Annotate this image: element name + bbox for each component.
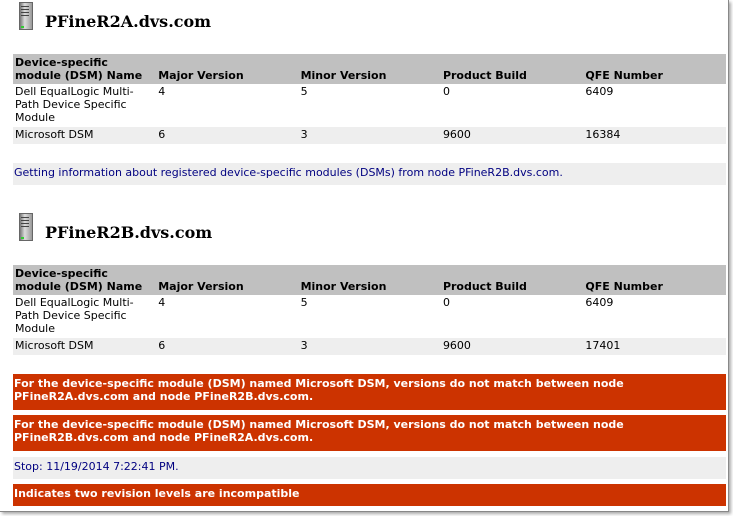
cell: 9600 <box>440 338 584 355</box>
col-major: Major Version <box>156 265 299 295</box>
col-qfe: QFE Number <box>583 54 726 84</box>
table-header: Device-specific module (DSM) Name Major V… <box>13 54 726 84</box>
server-icon <box>17 2 37 32</box>
cell: 6409 <box>585 296 614 309</box>
node-title: PFineR2A.dvs.com <box>45 12 212 31</box>
cell: Microsoft DSM <box>13 338 157 355</box>
cell: 17401 <box>583 338 726 355</box>
node-heading-b: PFineR2B.dvs.com <box>17 211 212 243</box>
info-message: Getting information about registered dev… <box>13 163 726 185</box>
col-qfe: QFE Number <box>583 265 726 295</box>
cell: 5 <box>300 296 308 309</box>
cell: 5 <box>300 85 308 98</box>
node-heading-a: PFineR2A.dvs.com <box>17 0 211 32</box>
server-icon <box>17 213 37 243</box>
cell: 0 <box>442 85 450 98</box>
cell: 16384 <box>583 127 726 144</box>
table-row: Dell EqualLogic Multi-Path Device Specif… <box>13 295 726 338</box>
cell: 9600 <box>440 127 584 144</box>
table-header: Device-specific module (DSM) Name Major V… <box>13 265 726 295</box>
cell: 4 <box>158 296 166 309</box>
legend-incompatible: Indicates two revision levels are incomp… <box>13 484 726 506</box>
stop-message: Stop: 11/19/2014 7:22:41 PM. <box>13 457 726 479</box>
table-row: Dell EqualLogic Multi-Path Device Specif… <box>13 84 726 127</box>
col-dsm-name: Device-specific module (DSM) Name <box>13 54 157 84</box>
error-message: For the device-specific module (DSM) nam… <box>13 415 726 451</box>
cell: 6 <box>156 338 299 355</box>
cell: 4 <box>158 85 166 98</box>
node-title: PFineR2B.dvs.com <box>45 223 213 242</box>
dsm-table-b: Device-specific module (DSM) Name Major V… <box>13 265 726 355</box>
cell: 3 <box>298 127 441 144</box>
col-major: Major Version <box>156 54 299 84</box>
dsm-table-a: Device-specific module (DSM) Name Major V… <box>13 54 726 144</box>
cell: 0 <box>442 296 450 309</box>
cell: 3 <box>298 338 441 355</box>
table-row: Microsoft DSM 6 3 9600 16384 <box>13 127 726 144</box>
col-dsm-name: Device-specific module (DSM) Name <box>13 265 157 295</box>
col-minor: Minor Version <box>298 265 441 295</box>
cell: Microsoft DSM <box>13 127 157 144</box>
cell: 6 <box>156 127 299 144</box>
table-row: Microsoft DSM 6 3 9600 17401 <box>13 338 726 355</box>
cell: Dell EqualLogic Multi-Path Device Specif… <box>15 85 134 124</box>
cell: 6409 <box>585 85 614 98</box>
col-minor: Minor Version <box>298 54 441 84</box>
cell: Dell EqualLogic Multi-Path Device Specif… <box>15 296 134 335</box>
col-build: Product Build <box>440 54 584 84</box>
error-message: For the device-specific module (DSM) nam… <box>13 374 726 410</box>
col-build: Product Build <box>440 265 584 295</box>
